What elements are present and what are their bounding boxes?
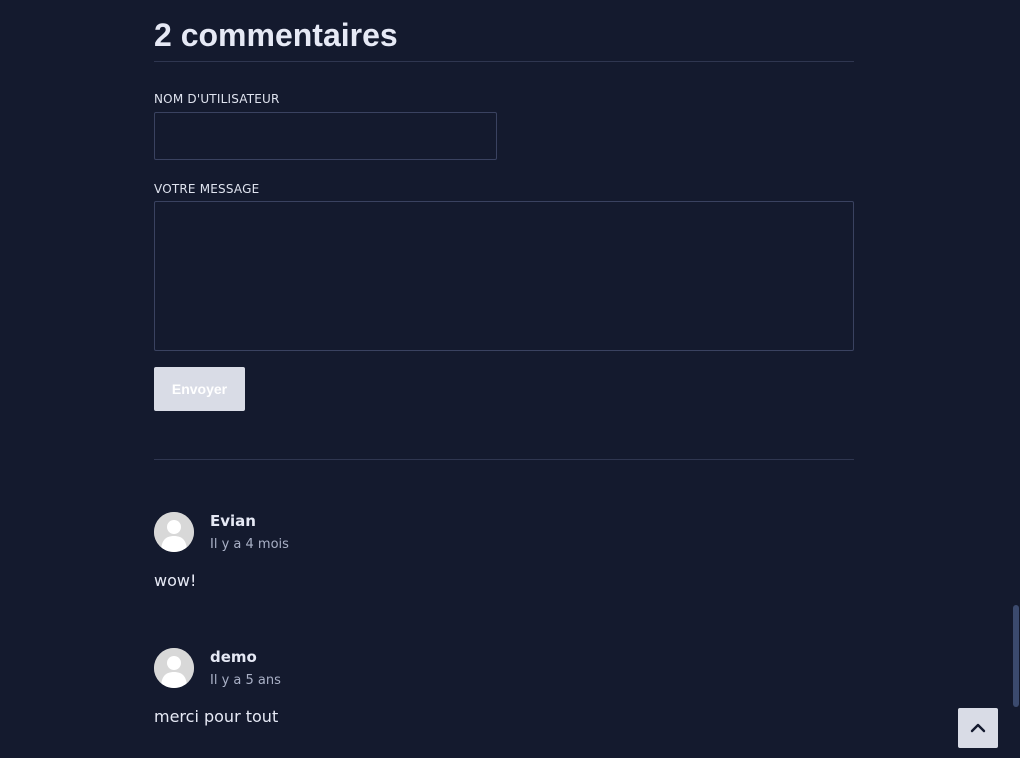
- comment-date: Il y a 4 mois: [210, 537, 289, 552]
- username-input[interactable]: [154, 112, 497, 160]
- comment-text: wow!: [154, 571, 197, 590]
- scrollbar-thumb[interactable]: [1013, 605, 1019, 707]
- user-avatar-icon: [154, 512, 194, 552]
- comment-date: Il y a 5 ans: [210, 673, 281, 688]
- user-avatar-icon: [154, 648, 194, 688]
- comment-author: Evian: [210, 512, 256, 530]
- send-button[interactable]: Envoyer: [154, 367, 245, 411]
- message-label: VOTRE MESSAGE: [154, 182, 260, 196]
- back-to-top-button[interactable]: [958, 708, 998, 748]
- divider: [154, 61, 854, 62]
- page: 2 commentaires NOM D'UTILISATEUR VOTRE M…: [0, 0, 1020, 758]
- username-label: NOM D'UTILISATEUR: [154, 92, 280, 106]
- divider: [154, 459, 854, 460]
- chevron-up-icon: [970, 723, 986, 733]
- message-textarea[interactable]: [154, 201, 854, 351]
- comments-title: 2 commentaires: [154, 17, 398, 53]
- comment-author: demo: [210, 648, 257, 666]
- comment-text: merci pour tout: [154, 707, 279, 726]
